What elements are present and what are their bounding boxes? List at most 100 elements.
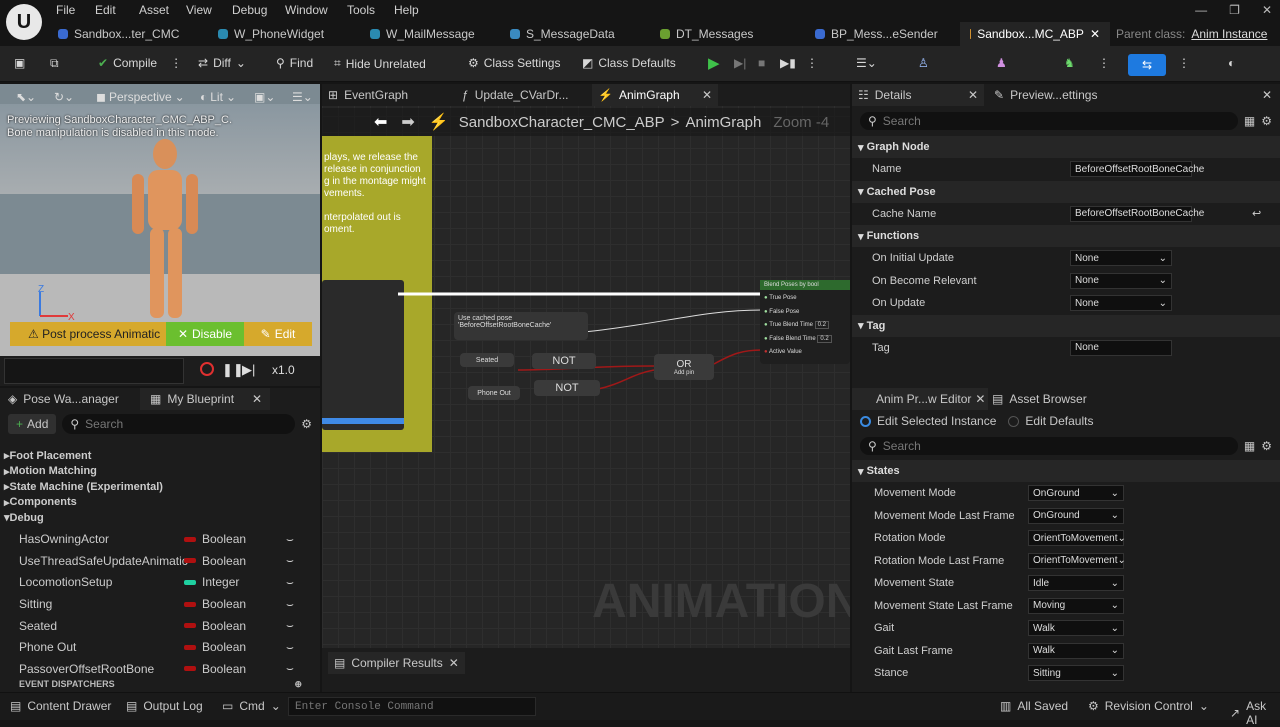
- menu-help[interactable]: Help: [394, 3, 419, 17]
- tab-message-data[interactable]: S_MessageData: [500, 22, 650, 46]
- property-value-field[interactable]: None ⌄: [1070, 250, 1172, 267]
- close-tab-icon[interactable]: ✕: [1090, 27, 1100, 41]
- close-tab-icon[interactable]: ✕: [968, 88, 978, 102]
- class-defaults-button[interactable]: ◩ Class Defaults: [582, 56, 676, 70]
- gear-icon[interactable]: ⚙: [301, 417, 312, 431]
- class-settings-button[interactable]: ⚙ Class Settings: [468, 56, 560, 70]
- anim-editor-search-input[interactable]: ⚲ Search: [860, 437, 1238, 455]
- variable-row[interactable]: UseThreadSafeUpdateAnimatic Boolean ⌣: [19, 550, 320, 572]
- show-icon[interactable]: ▣⌄: [254, 90, 275, 104]
- pause-icon[interactable]: ❚❚: [222, 362, 244, 378]
- tab-asset-browser[interactable]: ▤ Asset Browser: [988, 392, 1087, 406]
- save-icon[interactable]: ▣: [14, 56, 25, 70]
- tab-anim-graph[interactable]: ⚡ AnimGraph ✕: [592, 84, 718, 106]
- property-value-field[interactable]: None: [1070, 339, 1172, 356]
- step-forward-icon[interactable]: ▶|: [242, 362, 255, 378]
- close-tab-icon[interactable]: ✕: [252, 392, 262, 406]
- category-foot-placement[interactable]: ▸ Foot Placement: [4, 448, 320, 464]
- property-value-field[interactable]: None ⌄: [1070, 272, 1172, 289]
- cmd-button[interactable]: ▭ Cmd ⌄: [222, 699, 281, 713]
- add-icon[interactable]: ⊕: [294, 679, 302, 690]
- variable-row[interactable]: Seated Boolean ⌣: [19, 615, 320, 637]
- details-section-header[interactable]: ▾ Tag: [852, 314, 1280, 337]
- visibility-eye-icon[interactable]: ⌣: [286, 532, 294, 547]
- hamburger-menu-icon[interactable]: ☰⌄: [856, 56, 877, 70]
- anim-graph-editor[interactable]: ⊞ EventGraph ƒ Update_CVarDr... ⚡ AnimGraph…: [322, 84, 850, 692]
- compile-button[interactable]: ✔ Compile ⋮: [98, 56, 182, 70]
- menu-debug[interactable]: Debug: [232, 3, 285, 17]
- timeline-scrubber[interactable]: [4, 358, 184, 384]
- property-value-field[interactable]: None ⌄: [1070, 295, 1172, 312]
- menu-window[interactable]: Window: [285, 3, 347, 17]
- tab-pose-watch[interactable]: ◈ Pose Wa...anager: [0, 388, 140, 410]
- stop-icon[interactable]: ■: [758, 56, 765, 70]
- menu-file[interactable]: File: [56, 3, 95, 17]
- select-mode-icon[interactable]: ⬉⌄: [16, 90, 36, 104]
- details-search-input[interactable]: ⚲ Search: [860, 112, 1238, 130]
- category-debug[interactable]: ▾ Debug: [4, 510, 320, 526]
- or-node[interactable]: OR Add pin: [654, 354, 714, 380]
- property-value-field[interactable]: BeforeOffsetRootBoneCache: [1070, 161, 1204, 178]
- unreal-logo-icon[interactable]: U: [6, 4, 42, 40]
- category-motion-matching[interactable]: ▸ Motion Matching: [4, 464, 320, 480]
- disable-button[interactable]: ✕ Disable: [166, 322, 244, 346]
- radio-selected-icon[interactable]: [860, 415, 871, 427]
- playback-speed[interactable]: x1.0: [272, 363, 295, 377]
- blend-pin[interactable]: ● False Blend Time 0.2: [764, 333, 832, 347]
- maximize-icon[interactable]: ❐: [1229, 3, 1240, 17]
- more-options-icon[interactable]: ⋮: [1178, 56, 1190, 70]
- tab-event-graph[interactable]: ⊞ EventGraph: [322, 88, 462, 102]
- tab-details[interactable]: ☷ Details ✕: [852, 84, 984, 106]
- content-drawer-button[interactable]: ▤ Content Drawer: [10, 699, 111, 713]
- close-window-icon[interactable]: ✕: [1262, 3, 1272, 17]
- breadcrumb-root[interactable]: SandboxCharacter_CMC_ABP: [459, 114, 665, 131]
- table-view-icon[interactable]: ▦: [1244, 114, 1255, 128]
- property-dropdown[interactable]: Sitting ⌄: [1028, 665, 1124, 682]
- close-tab-icon[interactable]: ✕: [1262, 88, 1272, 102]
- visibility-eye-icon[interactable]: ⌣: [286, 597, 294, 612]
- variable-row[interactable]: Phone Out Boolean ⌣: [19, 636, 320, 658]
- blend-poses-node[interactable]: Blend Poses by bool ● True Pose ● False P…: [760, 280, 850, 364]
- eject-icon[interactable]: ▶▮: [780, 56, 796, 70]
- property-dropdown[interactable]: OnGround ⌄: [1028, 485, 1124, 502]
- tab-phone-widget[interactable]: W_PhoneWidget: [208, 22, 360, 46]
- radio-unselected-icon[interactable]: [1008, 415, 1020, 427]
- visibility-eye-icon[interactable]: ⌣: [286, 618, 294, 633]
- forward-arrow-icon[interactable]: ➡: [401, 112, 414, 132]
- property-dropdown[interactable]: Walk ⌄: [1028, 642, 1124, 659]
- tab-anim-blueprint[interactable]: Sandbox...MC_ABP ✕: [960, 22, 1110, 46]
- property-dropdown[interactable]: OrientToMovement ⌄: [1028, 552, 1126, 569]
- tab-preview-settings[interactable]: ✎ Preview...ettings: [984, 88, 1097, 102]
- variable-row[interactable]: LocomotionSetup Integer ⌣: [19, 572, 320, 594]
- property-dropdown[interactable]: Walk ⌄: [1028, 620, 1124, 637]
- tab-dt-messages[interactable]: DT_Messages: [650, 22, 805, 46]
- visibility-eye-icon[interactable]: ⌣: [286, 640, 294, 655]
- find-button[interactable]: ⚲ Find: [276, 56, 313, 70]
- ask-ai-button[interactable]: ↗ Ask AI: [1230, 699, 1280, 727]
- not-node-2[interactable]: NOT: [534, 380, 600, 396]
- close-tab-icon[interactable]: ✕: [449, 656, 459, 670]
- menu-asset[interactable]: Asset: [139, 3, 186, 17]
- diff-button[interactable]: ⇄ Diff ⌄: [198, 56, 246, 70]
- more-options-icon[interactable]: ⋮: [806, 56, 818, 70]
- blueprint-mode-icon[interactable]: ⇆: [1128, 54, 1166, 76]
- back-arrow-icon[interactable]: ⬅: [374, 112, 387, 132]
- hide-unrelated-button[interactable]: ⌗ Hide Unrelated: [334, 56, 426, 71]
- pin-value[interactable]: 0.2: [814, 321, 829, 329]
- tab-sandbox-character[interactable]: Sandbox...ter_CMC: [48, 22, 208, 46]
- menu-view[interactable]: View: [186, 3, 232, 17]
- revision-control-button[interactable]: ⚙ Revision Control ⌄: [1088, 699, 1209, 713]
- visibility-eye-icon[interactable]: ⌣: [286, 661, 294, 676]
- blend-pin[interactable]: ● False Pose: [764, 306, 832, 320]
- minimize-icon[interactable]: —: [1195, 3, 1207, 17]
- cached-pose-node[interactable]: Use cached pose 'BeforeOffsetRootBoneCac…: [454, 312, 588, 340]
- animation-icon[interactable]: ♞: [1064, 56, 1075, 70]
- category-components[interactable]: ▸ Components: [4, 495, 320, 511]
- property-value-field[interactable]: BeforeOffsetRootBoneCache: [1070, 205, 1204, 222]
- edit-selected-instance-label[interactable]: Edit Selected Instance: [877, 414, 996, 428]
- category-state-machine[interactable]: ▸ State Machine (Experimental): [4, 479, 320, 495]
- edit-button[interactable]: ✎ Edit: [244, 327, 312, 341]
- lit-button[interactable]: ◐ Lit ⌄: [200, 90, 236, 104]
- mesh-icon[interactable]: ♟: [996, 56, 1007, 70]
- close-tab-icon[interactable]: ✕: [975, 392, 985, 406]
